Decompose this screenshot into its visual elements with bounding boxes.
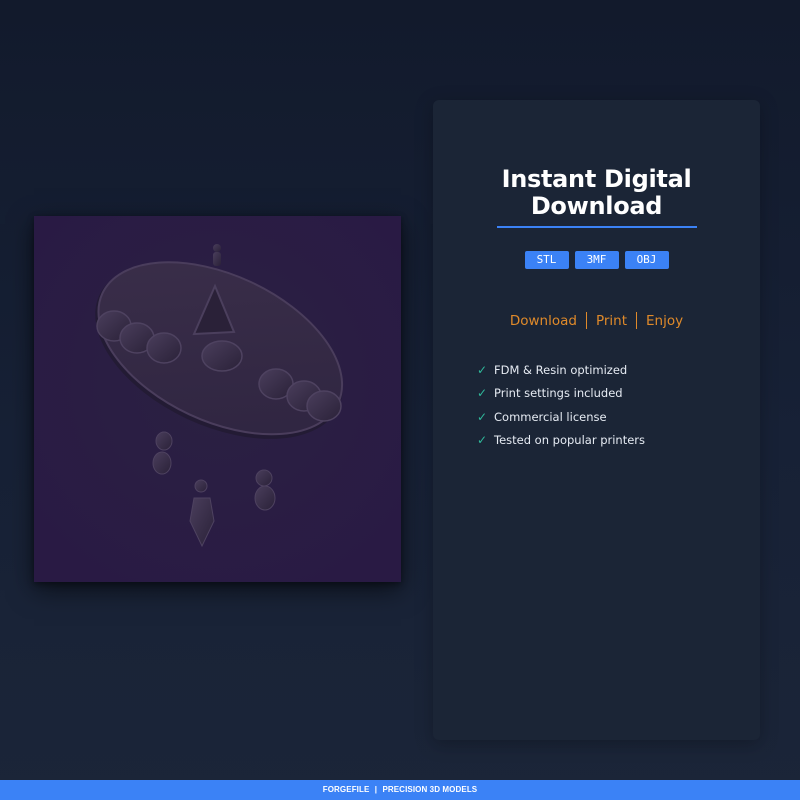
- feature-item: ✓ Commercial license: [477, 405, 645, 429]
- step-download: Download: [509, 312, 577, 329]
- feature-list: ✓ FDM & Resin optimized ✓ Print settings…: [477, 358, 645, 452]
- footer-brand: FORGEFILE: [322, 785, 370, 794]
- feature-item: ✓ Print settings included: [477, 382, 645, 406]
- download-info-card: Instant Digital Download STL 3MF OBJ Dow…: [433, 100, 760, 740]
- footer-bar: FORGEFILE | PRECISION 3D MODELS: [0, 780, 800, 800]
- step-enjoy: Enjoy: [646, 312, 684, 329]
- checkmark-icon: ✓: [477, 409, 488, 424]
- format-badges: STL 3MF OBJ: [433, 251, 760, 269]
- footer-separator: |: [374, 785, 378, 794]
- product-model-image: [34, 216, 401, 582]
- product-preview: [34, 216, 401, 582]
- footer-tagline: PRECISION 3D MODELS: [382, 785, 478, 794]
- feature-label: Commercial license: [494, 409, 607, 424]
- format-badge-obj: OBJ: [624, 251, 669, 269]
- checkmark-icon: ✓: [477, 433, 488, 448]
- feature-label: Print settings included: [494, 386, 623, 401]
- card-title-line-1: Instant Digital: [501, 165, 692, 193]
- feature-item: ✓ Tested on popular printers: [477, 429, 645, 453]
- feature-item: ✓ FDM & Resin optimized: [477, 358, 645, 382]
- step-divider: [585, 312, 587, 329]
- usage-steps: Download Print Enjoy: [433, 312, 760, 329]
- feature-label: Tested on popular printers: [494, 433, 646, 448]
- card-title: Instant Digital Download: [433, 166, 760, 220]
- checkmark-icon: ✓: [477, 386, 488, 401]
- feature-label: FDM & Resin optimized: [494, 362, 628, 377]
- step-print: Print: [595, 312, 628, 329]
- format-badge-3mf: 3MF: [574, 251, 619, 269]
- format-badge-stl: STL: [524, 251, 569, 269]
- card-title-line-2: Download: [530, 192, 663, 220]
- step-divider: [636, 312, 638, 329]
- checkmark-icon: ✓: [477, 362, 488, 377]
- title-underline: [497, 226, 697, 228]
